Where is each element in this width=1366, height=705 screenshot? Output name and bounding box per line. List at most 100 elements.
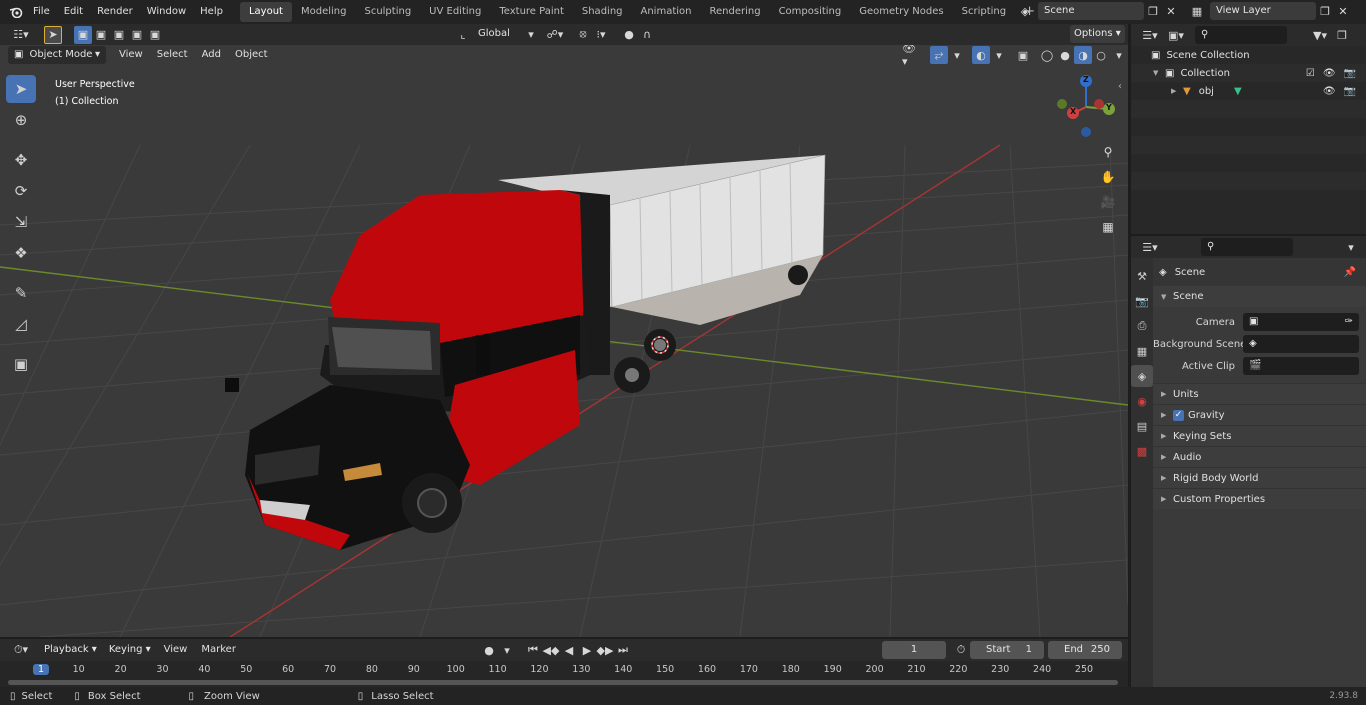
render-tab-icon[interactable]: 📷	[1131, 290, 1153, 312]
tab-texture-paint[interactable]: Texture Paint	[490, 2, 573, 22]
texture-tab-icon[interactable]: ▩	[1131, 440, 1153, 462]
tool-tab-icon[interactable]: ⚒	[1131, 265, 1153, 287]
delete-scene-icon[interactable]: ✕	[1162, 2, 1180, 20]
scale-tool-icon[interactable]: ⇲	[6, 208, 36, 236]
new-view-layer-icon[interactable]: ❐	[1316, 2, 1334, 20]
rotate-tool-icon[interactable]: ⟳	[6, 177, 36, 205]
object-mode-dropdown[interactable]: ▣ Object Mode ▾	[8, 46, 106, 64]
options-button[interactable]: Options ▾	[1070, 25, 1125, 43]
gravity-checkbox-icon[interactable]: ✓	[1173, 409, 1184, 421]
background-scene-field[interactable]: ◈	[1243, 335, 1359, 353]
chevron-down-icon[interactable]: ▾	[990, 46, 1008, 64]
checkbox-icon[interactable]: ☑	[1306, 68, 1315, 79]
solid-shading-icon[interactable]: ●	[1056, 46, 1074, 64]
new-scene-icon[interactable]: ❐	[1144, 2, 1162, 20]
outliner-row-obj[interactable]: ▶ ▼ obj ▼ 👁 📷	[1131, 82, 1366, 100]
timeline-ruler[interactable]: 1 10 20 30 40 50 60 70 80 90 100 110 120 130 140 150 160…	[0, 661, 1128, 687]
next-keyframe-icon[interactable]: ◆▶	[596, 641, 614, 659]
current-frame-marker[interactable]: 1	[32, 664, 50, 675]
pin-icon[interactable]: 📌	[1344, 267, 1356, 278]
collapse-arrow-icon[interactable]: ‹	[1118, 81, 1122, 92]
preview-range-icon[interactable]: ⏱	[952, 641, 970, 659]
select-invert-icon[interactable]: ▣	[128, 26, 146, 44]
tab-rendering[interactable]: Rendering	[700, 2, 769, 22]
navigation-gizmo[interactable]: Z Y X	[1052, 73, 1122, 143]
active-clip-field[interactable]: 🎬	[1243, 357, 1359, 375]
tab-layout[interactable]: Layout	[239, 2, 292, 22]
camera-view-icon[interactable]: 🎥	[1097, 191, 1119, 213]
chevron-down-icon[interactable]: ▾	[498, 641, 516, 659]
select-subtract-icon[interactable]: ▣	[110, 26, 128, 44]
tab-shading[interactable]: Shading	[573, 2, 632, 22]
display-mode-icon[interactable]: ▣▾	[1163, 26, 1189, 44]
chevron-down-icon[interactable]: ▾	[1342, 238, 1360, 256]
outliner-search-input[interactable]: ⚲	[1195, 26, 1287, 44]
properties-search-input[interactable]: ⚲	[1201, 238, 1293, 256]
start-frame-field[interactable]: Start 1	[970, 641, 1044, 659]
menu-window[interactable]: Window	[140, 1, 193, 23]
delete-view-layer-icon[interactable]: ✕	[1334, 2, 1352, 20]
scene-icon[interactable]: ◈	[1012, 2, 1038, 20]
play-reverse-icon[interactable]: ◀	[560, 641, 578, 659]
rendered-shading-icon[interactable]: ○	[1092, 46, 1110, 64]
tab-sculpting[interactable]: Sculpting	[355, 2, 420, 22]
view-layer-selector[interactable]: View Layer	[1210, 2, 1316, 20]
scene-tab-icon[interactable]: ◈	[1131, 365, 1153, 387]
audio-panel-header[interactable]: ▶ Audio	[1153, 446, 1366, 467]
tab-uv-editing[interactable]: UV Editing	[420, 2, 490, 22]
keying-menu[interactable]: Keying ▾	[103, 641, 157, 659]
record-icon[interactable]: ●	[480, 641, 498, 659]
gizmo-toggle-icon[interactable]: ⥂	[930, 46, 948, 64]
custom-properties-panel-header[interactable]: ▶ Custom Properties	[1153, 488, 1366, 509]
annotate-tool-icon[interactable]: ✎	[6, 279, 36, 307]
perspective-toggle-icon[interactable]: ▦	[1097, 216, 1119, 238]
menu-edit[interactable]: Edit	[57, 1, 90, 23]
world-tab-icon[interactable]: ◉	[1131, 390, 1153, 412]
view-layer-icon[interactable]: ▦	[1184, 2, 1210, 20]
gravity-panel-header[interactable]: ▶ ✓ Gravity	[1153, 404, 1366, 425]
viewport-menu-select[interactable]: Select	[150, 45, 195, 66]
jump-start-icon[interactable]: ⏮	[524, 641, 542, 659]
add-cube-tool-icon[interactable]: ▣	[6, 350, 36, 378]
wireframe-shading-icon[interactable]: ◯	[1038, 46, 1056, 64]
visibility-icon[interactable]: 👁▾	[902, 45, 920, 68]
camera-icon[interactable]: 📷	[1344, 68, 1356, 79]
timeline-menu-view[interactable]: View	[157, 639, 195, 661]
menu-file[interactable]: File	[26, 1, 57, 23]
units-panel-header[interactable]: ▶ Units	[1153, 383, 1366, 404]
tab-geometry-nodes[interactable]: Geometry Nodes	[850, 2, 952, 22]
chevron-down-icon[interactable]: ▾	[1110, 46, 1128, 64]
timeline-scrollbar[interactable]	[8, 680, 1118, 685]
viewport-menu-object[interactable]: Object	[228, 45, 275, 66]
select-new-icon[interactable]: ▣	[74, 25, 92, 44]
collection-tab-icon[interactable]: ▤	[1131, 415, 1153, 437]
material-shading-icon[interactable]: ◑	[1074, 46, 1092, 64]
view-layer-tab-icon[interactable]: ▦	[1131, 340, 1153, 362]
eyedropper-icon[interactable]: ✑	[1345, 313, 1353, 331]
keying-sets-panel-header[interactable]: ▶ Keying Sets	[1153, 425, 1366, 446]
tab-modeling[interactable]: Modeling	[292, 2, 356, 22]
zoom-icon[interactable]: ⚲	[1097, 141, 1119, 163]
expand-arrow-icon[interactable]: ▶	[1171, 87, 1177, 95]
output-tab-icon[interactable]: ⎙	[1131, 315, 1153, 337]
chevron-down-icon[interactable]: ▾	[522, 25, 540, 43]
chevron-down-icon[interactable]: ▾	[948, 46, 966, 64]
select-extend-icon[interactable]: ▣	[92, 26, 110, 44]
play-icon[interactable]: ▶	[578, 641, 596, 659]
scene-panel-header[interactable]: ▼ Scene	[1153, 286, 1366, 307]
viewport-3d[interactable]: ▣ Object Mode ▾ View Select Add Object 👁…	[0, 45, 1128, 637]
xray-toggle-icon[interactable]: ▣	[1014, 46, 1032, 64]
properties-editor-type-icon[interactable]: ☰▾	[1137, 238, 1163, 256]
end-frame-field[interactable]: End 250	[1048, 641, 1122, 659]
transform-orientation-dropdown[interactable]: Global	[472, 25, 522, 43]
outliner-row-collection[interactable]: ▼ ▣ Collection ☑ 👁 📷	[1131, 64, 1366, 82]
tab-compositing[interactable]: Compositing	[770, 2, 851, 22]
move-tool-icon[interactable]: ✥	[6, 146, 36, 174]
menu-help[interactable]: Help	[193, 1, 230, 23]
tab-animation[interactable]: Animation	[632, 2, 701, 22]
viewport-menu-add[interactable]: Add	[195, 45, 228, 66]
proportional-editing-icon[interactable]: ●	[620, 25, 638, 43]
camera-icon[interactable]: 📷	[1344, 86, 1356, 97]
outliner-row-scene-collection[interactable]: ▣ Scene Collection	[1131, 46, 1366, 64]
select-box-tool-icon[interactable]: ➤	[6, 75, 36, 103]
